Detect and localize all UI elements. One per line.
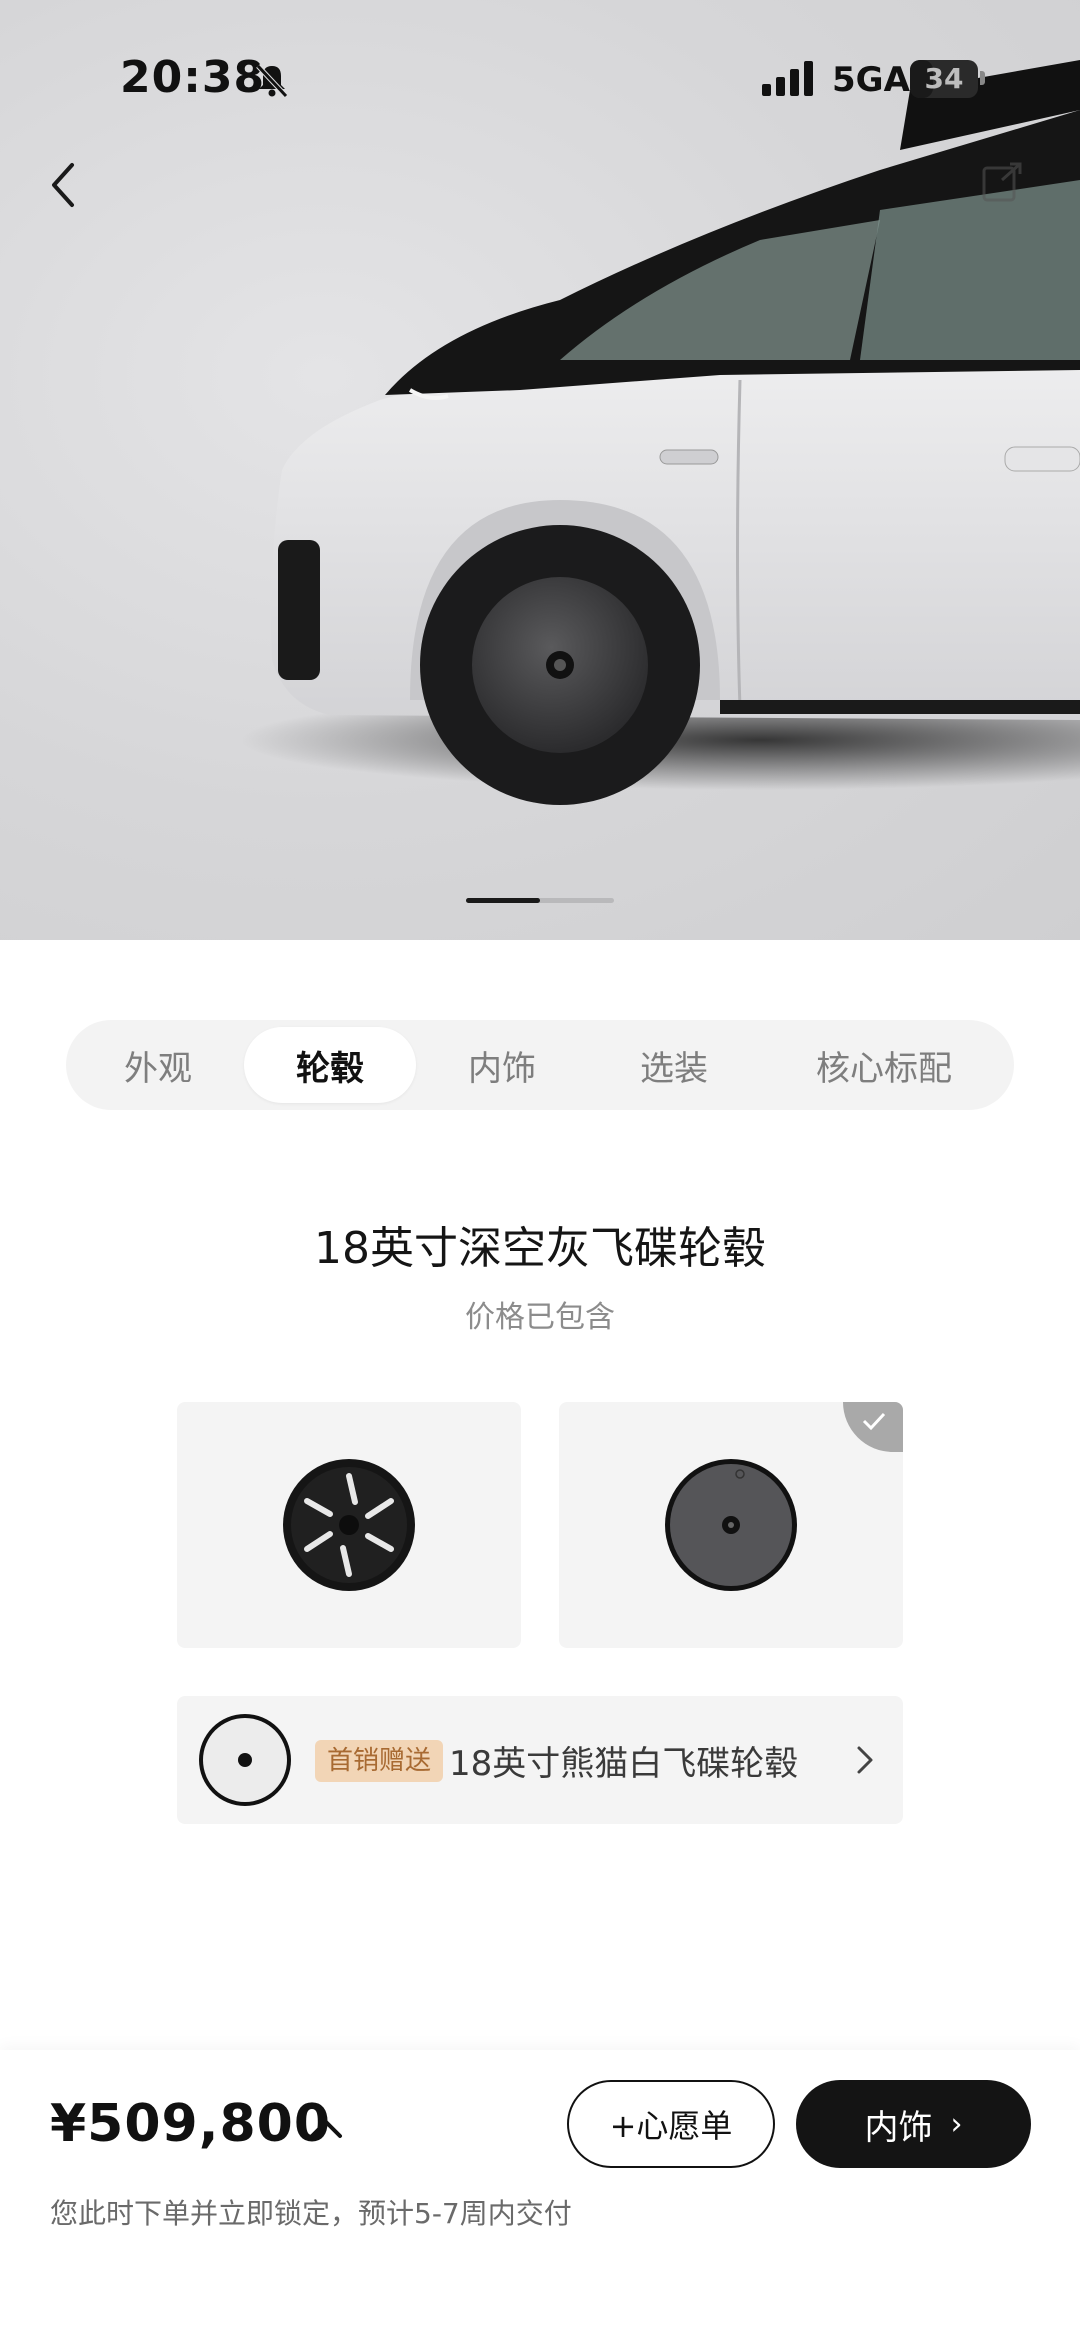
battery-tip xyxy=(980,71,985,85)
chevron-right-icon: › xyxy=(950,2106,963,2142)
add-wishlist-button[interactable]: +心愿单 xyxy=(567,2080,775,2168)
status-bar: 20:38 5GA 34 xyxy=(0,0,1080,150)
wheel-option-card-grey[interactable] xyxy=(559,1402,903,1648)
order-bottom-bar: ¥509,800 您此时下单并立即锁定，预计5-7周内交付 +心愿单 内饰 › xyxy=(0,2050,1080,2347)
cellular-signal-icon xyxy=(762,61,813,96)
gift-wheel-label: 18英寸熊猫白飞碟轮毂 xyxy=(449,1744,799,1784)
wheel-option-price-note: 价格已包含 xyxy=(465,1300,615,1335)
total-price: ¥509,800 xyxy=(50,2094,332,2154)
launch-gift-badge: 首销赠送 xyxy=(315,1740,444,1782)
wheel-option-card-black[interactable] xyxy=(177,1402,521,1648)
next-step-label: 内饰 xyxy=(864,2107,933,2148)
launch-gift-row[interactable]: 首销赠送 18英寸熊猫白飞碟轮毂 xyxy=(177,1696,903,1824)
tab-options[interactable]: 选装 xyxy=(588,1027,760,1103)
tab-interior[interactable]: 内饰 xyxy=(416,1027,588,1103)
chevron-up-icon[interactable] xyxy=(308,2116,344,2140)
network-type: 5GA xyxy=(832,60,910,100)
white-disc-wheel-icon xyxy=(199,1714,291,1806)
wheel-option-title: 18英寸深空灰飞碟轮毂 xyxy=(314,1223,766,1274)
tab-wheels[interactable]: 轮毂 xyxy=(244,1027,416,1103)
delivery-estimate: 您此时下单并立即锁定，预计5-7周内交付 xyxy=(50,2197,572,2230)
carousel-pager xyxy=(466,898,614,903)
silent-bell-icon xyxy=(256,64,288,98)
next-step-button[interactable]: 内饰 › xyxy=(796,2080,1031,2168)
share-icon[interactable] xyxy=(980,160,1026,206)
back-chevron-icon[interactable] xyxy=(36,150,92,220)
selected-check-badge xyxy=(843,1402,903,1452)
chevron-right-icon xyxy=(857,1746,873,1774)
checkmark-icon xyxy=(862,1412,886,1431)
black-blade-wheel-icon xyxy=(283,1459,415,1591)
tab-exterior[interactable]: 外观 xyxy=(72,1027,244,1103)
status-time: 20:38 xyxy=(120,52,266,103)
battery-level-text: 34 xyxy=(924,62,964,95)
hero-image-carousel[interactable]: 20:38 5GA 34 xyxy=(0,0,1080,940)
tab-core-features[interactable]: 核心标配 xyxy=(760,1027,1008,1103)
grey-disc-wheel-icon xyxy=(665,1459,797,1591)
carousel-pager-active xyxy=(466,898,540,903)
config-tabs: 外观 轮毂 内饰 选装 核心标配 xyxy=(66,1020,1014,1110)
battery-indicator: 34 xyxy=(910,60,978,98)
